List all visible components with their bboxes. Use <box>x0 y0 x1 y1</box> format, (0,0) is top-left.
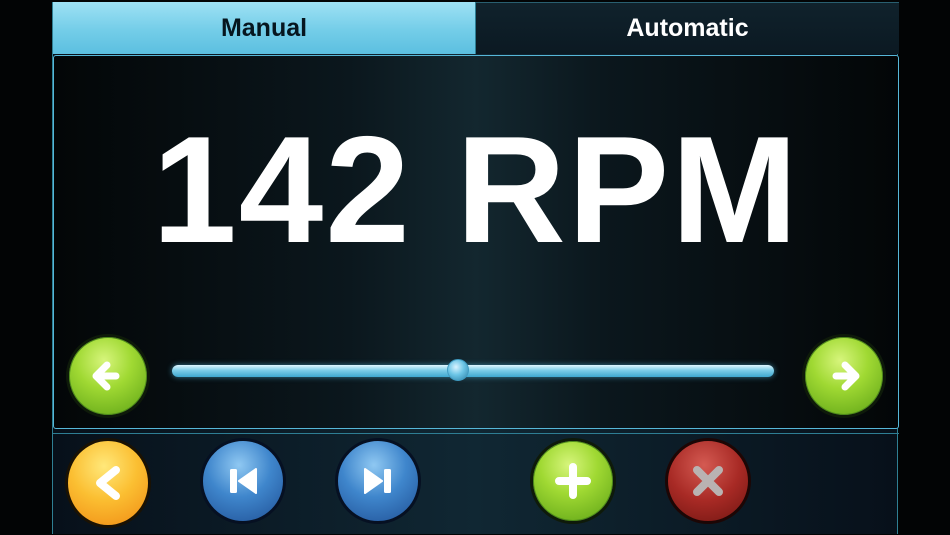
rpm-readout: 142 RPM <box>152 105 800 275</box>
decrease-speed-button[interactable] <box>66 334 150 418</box>
next-button[interactable] <box>335 438 421 524</box>
add-button[interactable] <box>530 438 616 524</box>
back-button[interactable] <box>65 438 151 528</box>
close-icon <box>693 466 723 496</box>
bottom-toolbar <box>53 433 899 535</box>
speed-panel: 142 RPM <box>53 55 899 429</box>
tab-automatic[interactable]: Automatic <box>476 2 899 54</box>
increase-speed-button[interactable] <box>802 334 886 418</box>
remove-button[interactable] <box>665 438 751 524</box>
skip-next-icon <box>364 468 391 494</box>
chevron-left-icon <box>96 466 120 500</box>
skip-previous-icon <box>230 468 257 494</box>
previous-button[interactable] <box>200 438 286 524</box>
tab-manual[interactable]: Manual <box>53 2 476 54</box>
plus-icon <box>555 463 591 499</box>
app-window: Manual Automatic 142 RPM <box>52 2 899 535</box>
mode-tabs: Manual Automatic <box>53 2 899 54</box>
arrow-left-icon <box>92 361 120 391</box>
arrow-right-icon <box>832 361 860 391</box>
slider-thumb[interactable] <box>446 359 469 381</box>
speed-slider[interactable] <box>172 359 774 381</box>
